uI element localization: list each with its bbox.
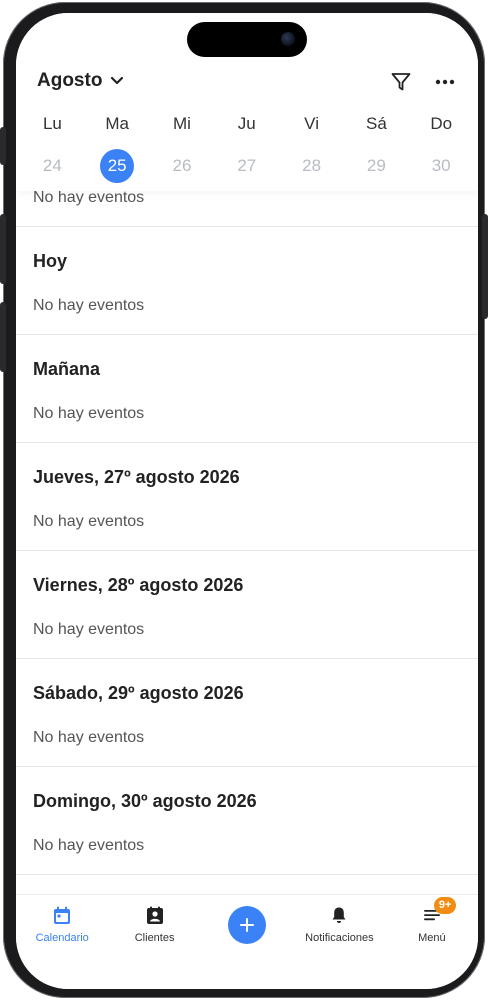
bell-icon bbox=[328, 904, 350, 926]
day-column[interactable]: Ma 25 bbox=[85, 113, 150, 183]
phone-frame: Agosto Lu 24 Ma 25 Mi 26 Ju 27 Vi 28 Sá … bbox=[0, 2, 488, 998]
nav-label: Notificaciones bbox=[305, 932, 374, 944]
more-icon[interactable] bbox=[434, 71, 456, 93]
section-title: Viernes, 28º agosto 2026 bbox=[33, 575, 244, 595]
month-label: Agosto bbox=[37, 70, 103, 91]
day-name: Vi bbox=[304, 114, 319, 133]
day-section: Domingo, 30º agosto 2026 No hay eventos bbox=[16, 767, 478, 875]
day-section: Jueves, 27º agosto 2026 No hay eventos bbox=[16, 443, 478, 551]
day-number[interactable]: 28 bbox=[295, 149, 329, 183]
day-number[interactable]: 27 bbox=[230, 149, 264, 183]
empty-events-text: No hay eventos bbox=[33, 513, 145, 530]
chevron-down-icon bbox=[111, 76, 124, 85]
empty-events-text: No hay eventos bbox=[33, 837, 145, 854]
day-name: Ma bbox=[105, 114, 129, 133]
day-name: Do bbox=[430, 114, 453, 133]
day-section: Mañana No hay eventos bbox=[16, 335, 478, 443]
day-number[interactable]: 29 bbox=[359, 149, 393, 183]
nav-label: Menú bbox=[418, 932, 446, 944]
nav-clientes[interactable]: Clientes bbox=[108, 895, 200, 989]
section-title: Sábado, 29º agosto 2026 bbox=[33, 683, 244, 703]
nav-label: Clientes bbox=[134, 932, 175, 944]
empty-events-text: No hay eventos bbox=[33, 729, 145, 746]
empty-events-text: No hay eventos bbox=[33, 621, 145, 638]
week-strip: Lu 24 Ma 25 Mi 26 Ju 27 Vi 28 Sá 29 Do 30 bbox=[20, 113, 474, 183]
day-column[interactable]: Mi 26 bbox=[150, 113, 215, 183]
day-name: Mi bbox=[173, 114, 191, 133]
plus-icon bbox=[228, 906, 267, 944]
day-column[interactable]: Ju 27 bbox=[214, 113, 279, 183]
day-section: Viernes, 28º agosto 2026 No hay eventos bbox=[16, 551, 478, 659]
notification-badge: 9+ bbox=[433, 897, 457, 914]
day-number[interactable]: 24 bbox=[35, 149, 69, 183]
empty-events-text: No hay eventos bbox=[33, 405, 145, 422]
day-number[interactable]: 30 bbox=[424, 149, 458, 183]
day-column[interactable]: Lu 24 bbox=[20, 113, 85, 183]
calendar-icon bbox=[51, 904, 73, 926]
day-column[interactable]: Do 30 bbox=[409, 113, 474, 183]
dynamic-island bbox=[187, 22, 307, 57]
day-column[interactable]: Sá 29 bbox=[344, 113, 409, 183]
side-button bbox=[0, 127, 6, 165]
day-name: Ju bbox=[237, 114, 256, 133]
day-name: Sá bbox=[365, 114, 387, 133]
power-button bbox=[482, 214, 488, 319]
bottom-nav: Calendario Clientes Notificaciones 9+ Me… bbox=[16, 894, 478, 989]
section-title: Hoy bbox=[33, 251, 68, 271]
section-title: Mañana bbox=[33, 359, 101, 379]
selected-day-number[interactable]: 25 bbox=[100, 149, 135, 183]
section-title: Jueves, 27º agosto 2026 bbox=[33, 467, 240, 487]
month-selector[interactable]: Agosto bbox=[37, 70, 124, 92]
day-section: Sábado, 29º agosto 2026 No hay eventos bbox=[16, 659, 478, 767]
section-title: Domingo, 30º agosto 2026 bbox=[33, 791, 257, 811]
volume-down-button bbox=[0, 302, 6, 372]
day-name: Lu bbox=[42, 114, 62, 133]
nav-menu[interactable]: 9+ Menú bbox=[386, 895, 478, 989]
nav-label: Calendario bbox=[35, 932, 89, 944]
empty-events-text: No hay eventos bbox=[33, 297, 145, 314]
day-column[interactable]: Vi 28 bbox=[279, 113, 344, 183]
day-number[interactable]: 26 bbox=[165, 149, 199, 183]
events-list: No hay eventos Hoy No hay eventos Mañana No… bbox=[16, 181, 478, 875]
add-button[interactable] bbox=[201, 895, 293, 989]
day-section: Hoy No hay eventos bbox=[16, 227, 478, 335]
nav-notificaciones[interactable]: Notificaciones bbox=[293, 895, 385, 989]
volume-up-button bbox=[0, 214, 6, 284]
filter-icon[interactable] bbox=[390, 71, 412, 93]
contacts-icon bbox=[144, 904, 166, 926]
camera-icon bbox=[281, 32, 295, 46]
nav-calendario[interactable]: Calendario bbox=[16, 895, 108, 989]
screen: Agosto Lu 24 Ma 25 Mi 26 Ju 27 Vi 28 Sá … bbox=[16, 13, 478, 989]
